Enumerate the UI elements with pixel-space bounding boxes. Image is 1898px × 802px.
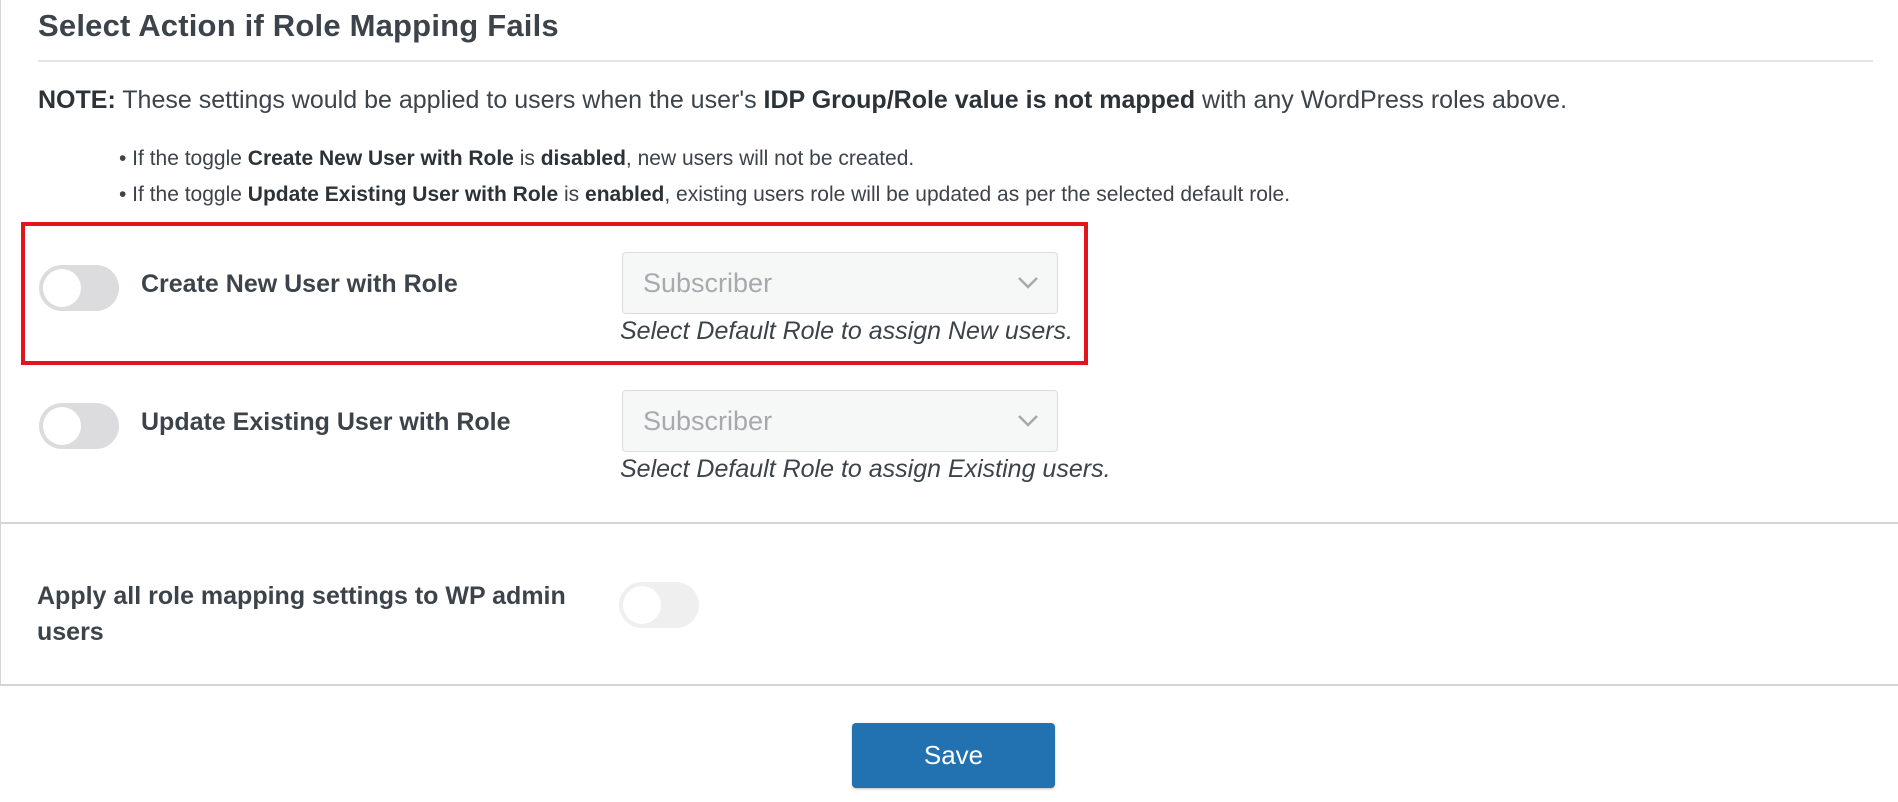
create-new-user-hint: Select Default Role to assign New users. (620, 317, 1073, 345)
note-bullet: • If the toggle Update Existing User wit… (119, 177, 1290, 213)
selected-role: Subscriber (643, 406, 773, 436)
note-emphasis: IDP Group/Role value is not mapped (763, 86, 1196, 114)
create-new-user-label: Create New User with Role (141, 270, 458, 298)
create-new-user-role-select[interactable]: Subscriber (622, 252, 1058, 314)
note-bullet: • If the toggle Create New User with Rol… (119, 141, 1290, 177)
toggle-knob (43, 407, 81, 445)
bullet-text: • If the toggle (119, 183, 248, 206)
bullet-emphasis: Create New User with Role (247, 147, 514, 170)
note-bullet-list: • If the toggle Create New User with Rol… (119, 141, 1290, 213)
note-prefix: NOTE: (38, 86, 116, 114)
note-text-part-2: with any WordPress roles above. (1195, 86, 1568, 114)
bullet-emphasis: enabled (585, 183, 665, 206)
bullet-text: is (558, 183, 586, 206)
update-existing-user-hint: Select Default Role to assign Existing u… (620, 455, 1111, 483)
title-divider (38, 60, 1873, 62)
role-mapping-fail-settings: Select Action if Role Mapping Fails NOTE… (0, 0, 1898, 802)
update-existing-user-role-select[interactable]: Subscriber (622, 390, 1058, 452)
bullet-text: , new users will not be created. (625, 147, 915, 170)
note-text-part-1: These settings would be applied to users… (115, 86, 764, 114)
chevron-down-icon (1018, 415, 1038, 427)
create-new-user-toggle[interactable] (39, 265, 119, 311)
save-button[interactable]: Save (852, 723, 1055, 788)
update-existing-user-toggle[interactable] (39, 403, 119, 449)
bullet-text: is (513, 147, 541, 170)
toggle-knob (623, 586, 661, 624)
selected-role: Subscriber (643, 268, 773, 298)
toggle-knob (43, 269, 81, 307)
bullet-text: , existing users role will be updated as… (664, 183, 1291, 206)
note-text: NOTE: These settings would be applied to… (38, 86, 1567, 115)
bullet-emphasis: disabled (540, 147, 626, 170)
apply-admin-toggle[interactable] (619, 582, 699, 628)
update-existing-user-label: Update Existing User with Role (141, 408, 511, 436)
role-mapping-fail-panel: Select Action if Role Mapping Fails NOTE… (0, 0, 1898, 524)
bullet-text: • If the toggle (119, 147, 248, 170)
bullet-emphasis: Update Existing User with Role (247, 183, 559, 206)
apply-admin-label: Apply all role mapping settings to WP ad… (37, 582, 566, 646)
section-title: Select Action if Role Mapping Fails (38, 8, 559, 43)
chevron-down-icon (1018, 277, 1038, 289)
